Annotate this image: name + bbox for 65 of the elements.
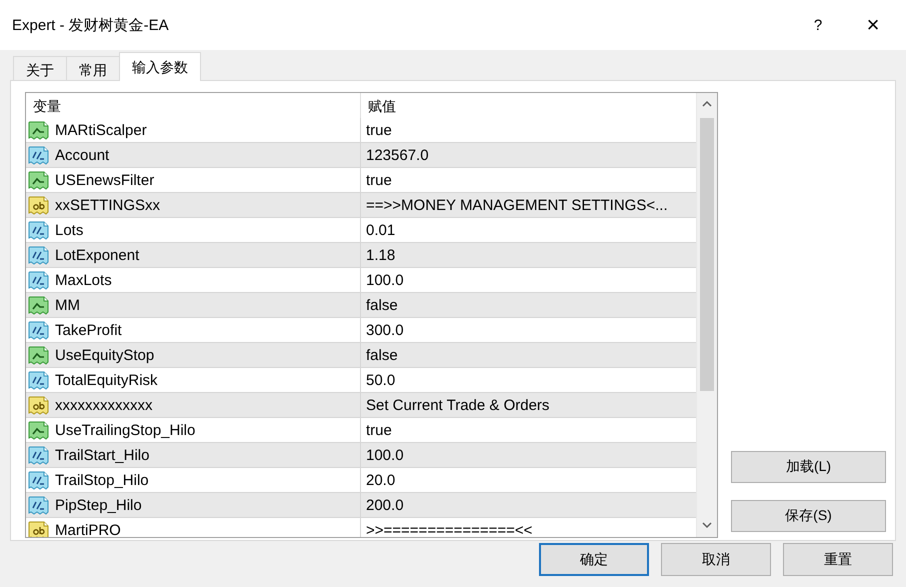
- parameter-name: USEnewsFilter: [55, 172, 154, 188]
- parameter-value: 200.0: [365, 496, 405, 514]
- parameter-name: TotalEquityRisk: [55, 372, 158, 388]
- parameter-name: Account: [55, 146, 110, 164]
- column-header: 变量: [26, 93, 361, 119]
- help-button[interactable]: ?: [808, 16, 828, 34]
- window-title: Expert - 发财树黄金-EA: [12, 16, 170, 34]
- parameter-name: UseEquityStop: [55, 346, 154, 364]
- number-icon: [28, 470, 49, 490]
- bool-icon: [28, 346, 49, 364]
- parameter-name: xxSETTINGSxx: [55, 196, 160, 214]
- parameter-value: Set Current Trade & Orders: [365, 396, 550, 414]
- scrollbar-thumb[interactable]: [700, 118, 714, 391]
- parameter-name: MM: [55, 296, 80, 314]
- parameter-name: MartiPRO: [55, 522, 121, 537]
- number-icon: [28, 320, 49, 340]
- tab[interactable]: 输入参数: [119, 52, 201, 81]
- number-icon: [28, 270, 49, 290]
- parameter-name: MaxLots: [55, 272, 112, 288]
- number-icon: [28, 496, 49, 514]
- parameter-value: 123567.0: [365, 146, 430, 164]
- parameter-value: ==>>MONEY MANAGEMENT SETTINGS<...: [365, 196, 669, 214]
- bool-icon: [28, 120, 49, 140]
- parameter-name: LotExponent: [55, 246, 140, 264]
- parameter-value: false: [365, 296, 399, 314]
- side-button[interactable]: 保存(S): [731, 500, 886, 532]
- side-button[interactable]: 加载(L): [731, 451, 886, 483]
- parameter-value: true: [365, 422, 393, 438]
- parameter-value: 100.0: [365, 272, 405, 288]
- scroll-down-icon[interactable]: [702, 521, 712, 529]
- parameter-name: xxxxxxxxxxxxx: [55, 396, 152, 414]
- parameter-value: 1.18: [365, 246, 396, 264]
- parameter-name: TakeProfit: [55, 322, 122, 338]
- number-icon: [28, 246, 49, 264]
- parameter-value: 0.01: [365, 222, 396, 238]
- tab[interactable]: 关于: [13, 56, 67, 80]
- parameter-name: TrailStop_Hilo: [55, 472, 149, 488]
- number-icon: [28, 446, 49, 464]
- number-icon: [28, 220, 49, 240]
- bool-icon: [28, 296, 49, 314]
- dialog-button[interactable]: 取消: [661, 543, 771, 576]
- parameter-value: true: [365, 172, 393, 188]
- parameter-name: TrailStart_Hilo: [55, 446, 150, 464]
- parameter-value: 50.0: [365, 372, 396, 388]
- parameter-value: 100.0: [365, 446, 405, 464]
- parameter-value: 300.0: [365, 322, 405, 338]
- parameter-value: >>===============<<: [365, 522, 534, 537]
- parameter-value: true: [365, 122, 393, 138]
- string-icon: [28, 396, 49, 414]
- number-icon: [28, 146, 49, 164]
- scroll-up-icon[interactable]: [702, 100, 712, 108]
- number-icon: [28, 370, 49, 390]
- parameter-name: UseTrailingStop_Hilo: [55, 422, 196, 438]
- string-icon: [28, 196, 49, 214]
- parameter-name: PipStep_Hilo: [55, 496, 142, 514]
- parameter-name: Lots: [55, 222, 84, 238]
- close-button[interactable]: ×: [862, 12, 884, 38]
- tab[interactable]: 常用: [66, 56, 120, 80]
- dialog-button[interactable]: 重置: [783, 543, 893, 576]
- parameter-value: false: [365, 346, 399, 364]
- bool-icon: [28, 170, 49, 190]
- bool-icon: [28, 420, 49, 440]
- parameter-value: 20.0: [365, 472, 396, 488]
- dialog-button[interactable]: 确定: [539, 543, 649, 576]
- parameter-name: MARtiScalper: [55, 122, 147, 138]
